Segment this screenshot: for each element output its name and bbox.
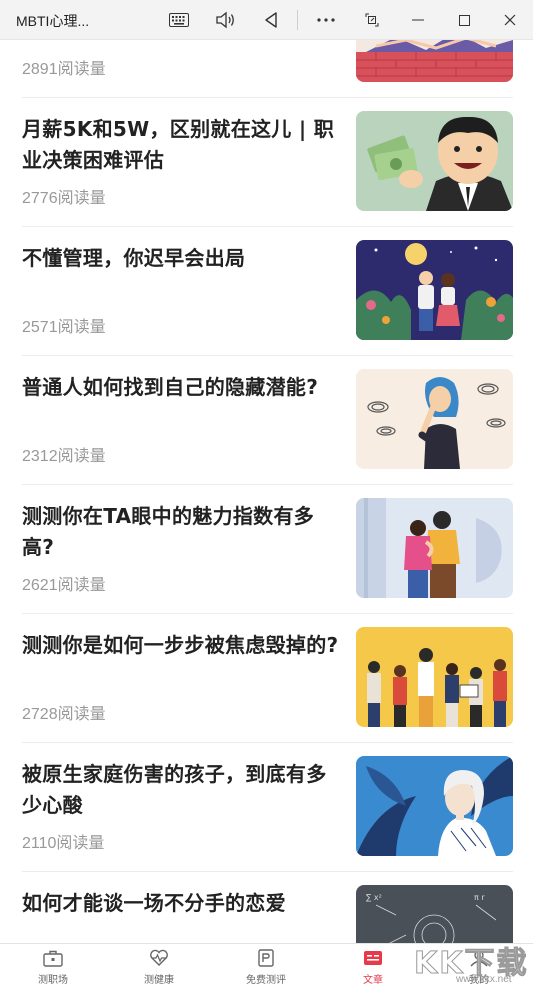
nav-item-profile[interactable]: 我的	[434, 944, 524, 988]
article-read-count: 2621阅读量	[22, 577, 106, 594]
minimize-icon	[412, 19, 424, 21]
window-titlebar: MBTI心理...	[0, 0, 533, 40]
brick-wall-illustration	[356, 40, 513, 82]
article-title: 如何才能谈一场不分手的恋爱	[22, 891, 286, 915]
article-item[interactable]: 测测你是如何一步步被焦虑毁掉的? 2728阅读量	[22, 614, 513, 743]
article-thumbnail[interactable]	[356, 627, 513, 727]
article-item[interactable]: 测测你在TA眼中的魅力指数有多高? 2621阅读量	[22, 485, 513, 614]
article-read-count: 2312阅读量	[22, 448, 106, 465]
thinking-woman-illustration	[356, 369, 513, 469]
article-thumbnail[interactable]	[356, 40, 513, 82]
keyboard-button[interactable]	[164, 6, 194, 34]
back-triangle-icon	[265, 12, 277, 28]
test-paper-icon	[258, 949, 274, 967]
article-thumbnail[interactable]	[356, 240, 513, 340]
leaves-woman-illustration	[356, 756, 513, 856]
restore-app-button[interactable]	[357, 6, 387, 34]
maximize-icon	[458, 14, 470, 26]
brain-chalkboard-illustration: ∑ x² π r	[356, 885, 513, 943]
nav-item-career-test[interactable]: 测职场	[8, 944, 98, 988]
article-read-count: 2891阅读量	[22, 61, 106, 78]
close-icon	[504, 14, 516, 26]
more-dots-icon	[317, 18, 335, 22]
article-read-count: 2776阅读量	[22, 190, 106, 207]
nav-label: 测健康	[144, 975, 174, 986]
article-read-count: 2110阅读量	[22, 835, 105, 852]
article-read-count: 2571阅读量	[22, 319, 106, 336]
nav-item-health-test[interactable]: 测健康	[114, 944, 204, 988]
article-item[interactable]: 不懂管理，你迟早会出局 2571阅读量	[22, 227, 513, 356]
article-icon	[364, 951, 382, 965]
nav-item-articles[interactable]: 文章	[328, 944, 418, 988]
briefcase-icon	[43, 950, 63, 967]
bottom-navigation: 测职场 测健康 免费测评 文章 我的	[0, 943, 533, 988]
restore-icon	[365, 13, 379, 27]
article-title: 测测你在TA眼中的魅力指数有多高?	[22, 504, 315, 559]
heartbeat-icon	[150, 949, 168, 966]
article-thumbnail[interactable]	[356, 111, 513, 211]
minimize-button[interactable]	[403, 6, 433, 34]
article-item[interactable]: 普通人如何找到自己的隐藏潜能? 2312阅读量	[22, 356, 513, 485]
article-title: 不懂管理，你迟早会出局	[22, 246, 246, 270]
volume-button[interactable]	[210, 6, 240, 34]
speaker-icon	[216, 11, 234, 29]
article-read-count: 2728阅读量	[22, 706, 106, 723]
nav-item-free-test[interactable]: 免费测评	[221, 944, 311, 988]
more-button[interactable]	[311, 6, 341, 34]
close-button[interactable]	[495, 6, 525, 34]
nav-label: 我的	[469, 975, 489, 986]
article-item[interactable]: 月薪5K和5W，区别就在这儿 | 职业决策困难评估 2776阅读量	[22, 98, 513, 227]
couple-night-illustration	[356, 240, 513, 340]
anxious-crowd-illustration	[356, 627, 513, 727]
titlebar-separator	[297, 10, 298, 30]
keyboard-icon	[169, 13, 189, 27]
nav-label: 测职场	[38, 975, 68, 986]
article-feed[interactable]: 2891阅读量 月薪5K和5W，区别就在这儿 | 职业决策困难评估 2776阅读…	[0, 40, 533, 943]
article-item[interactable]: 2891阅读量	[22, 40, 513, 98]
money-man-illustration	[356, 111, 513, 211]
couple-hug-illustration	[356, 498, 513, 598]
article-thumbnail[interactable]	[356, 756, 513, 856]
svg-text:π r: π r	[474, 893, 485, 902]
window-title: MBTI心理...	[16, 13, 90, 29]
back-button[interactable]	[256, 6, 286, 34]
profile-icon	[470, 950, 488, 967]
article-thumbnail[interactable]	[356, 369, 513, 469]
nav-label: 文章	[363, 975, 383, 986]
article-title: 普通人如何找到自己的隐藏潜能?	[22, 375, 319, 399]
article-title: 月薪5K和5W，区别就在这儿 | 职业决策困难评估	[22, 117, 335, 172]
article-title: 被原生家庭伤害的孩子，到底有多少心酸	[22, 762, 327, 817]
article-thumbnail[interactable]	[356, 498, 513, 598]
nav-label: 免费测评	[246, 975, 286, 986]
maximize-button[interactable]	[449, 6, 479, 34]
svg-text:∑ x²: ∑ x²	[366, 893, 382, 902]
article-thumbnail[interactable]: ∑ x² π r	[356, 885, 513, 943]
article-title: 测测你是如何一步步被焦虑毁掉的?	[22, 633, 339, 657]
article-item[interactable]: 如何才能谈一场不分手的恋爱 ∑ x² π r	[22, 872, 513, 943]
article-item[interactable]: 被原生家庭伤害的孩子，到底有多少心酸 2110阅读量	[22, 743, 513, 872]
